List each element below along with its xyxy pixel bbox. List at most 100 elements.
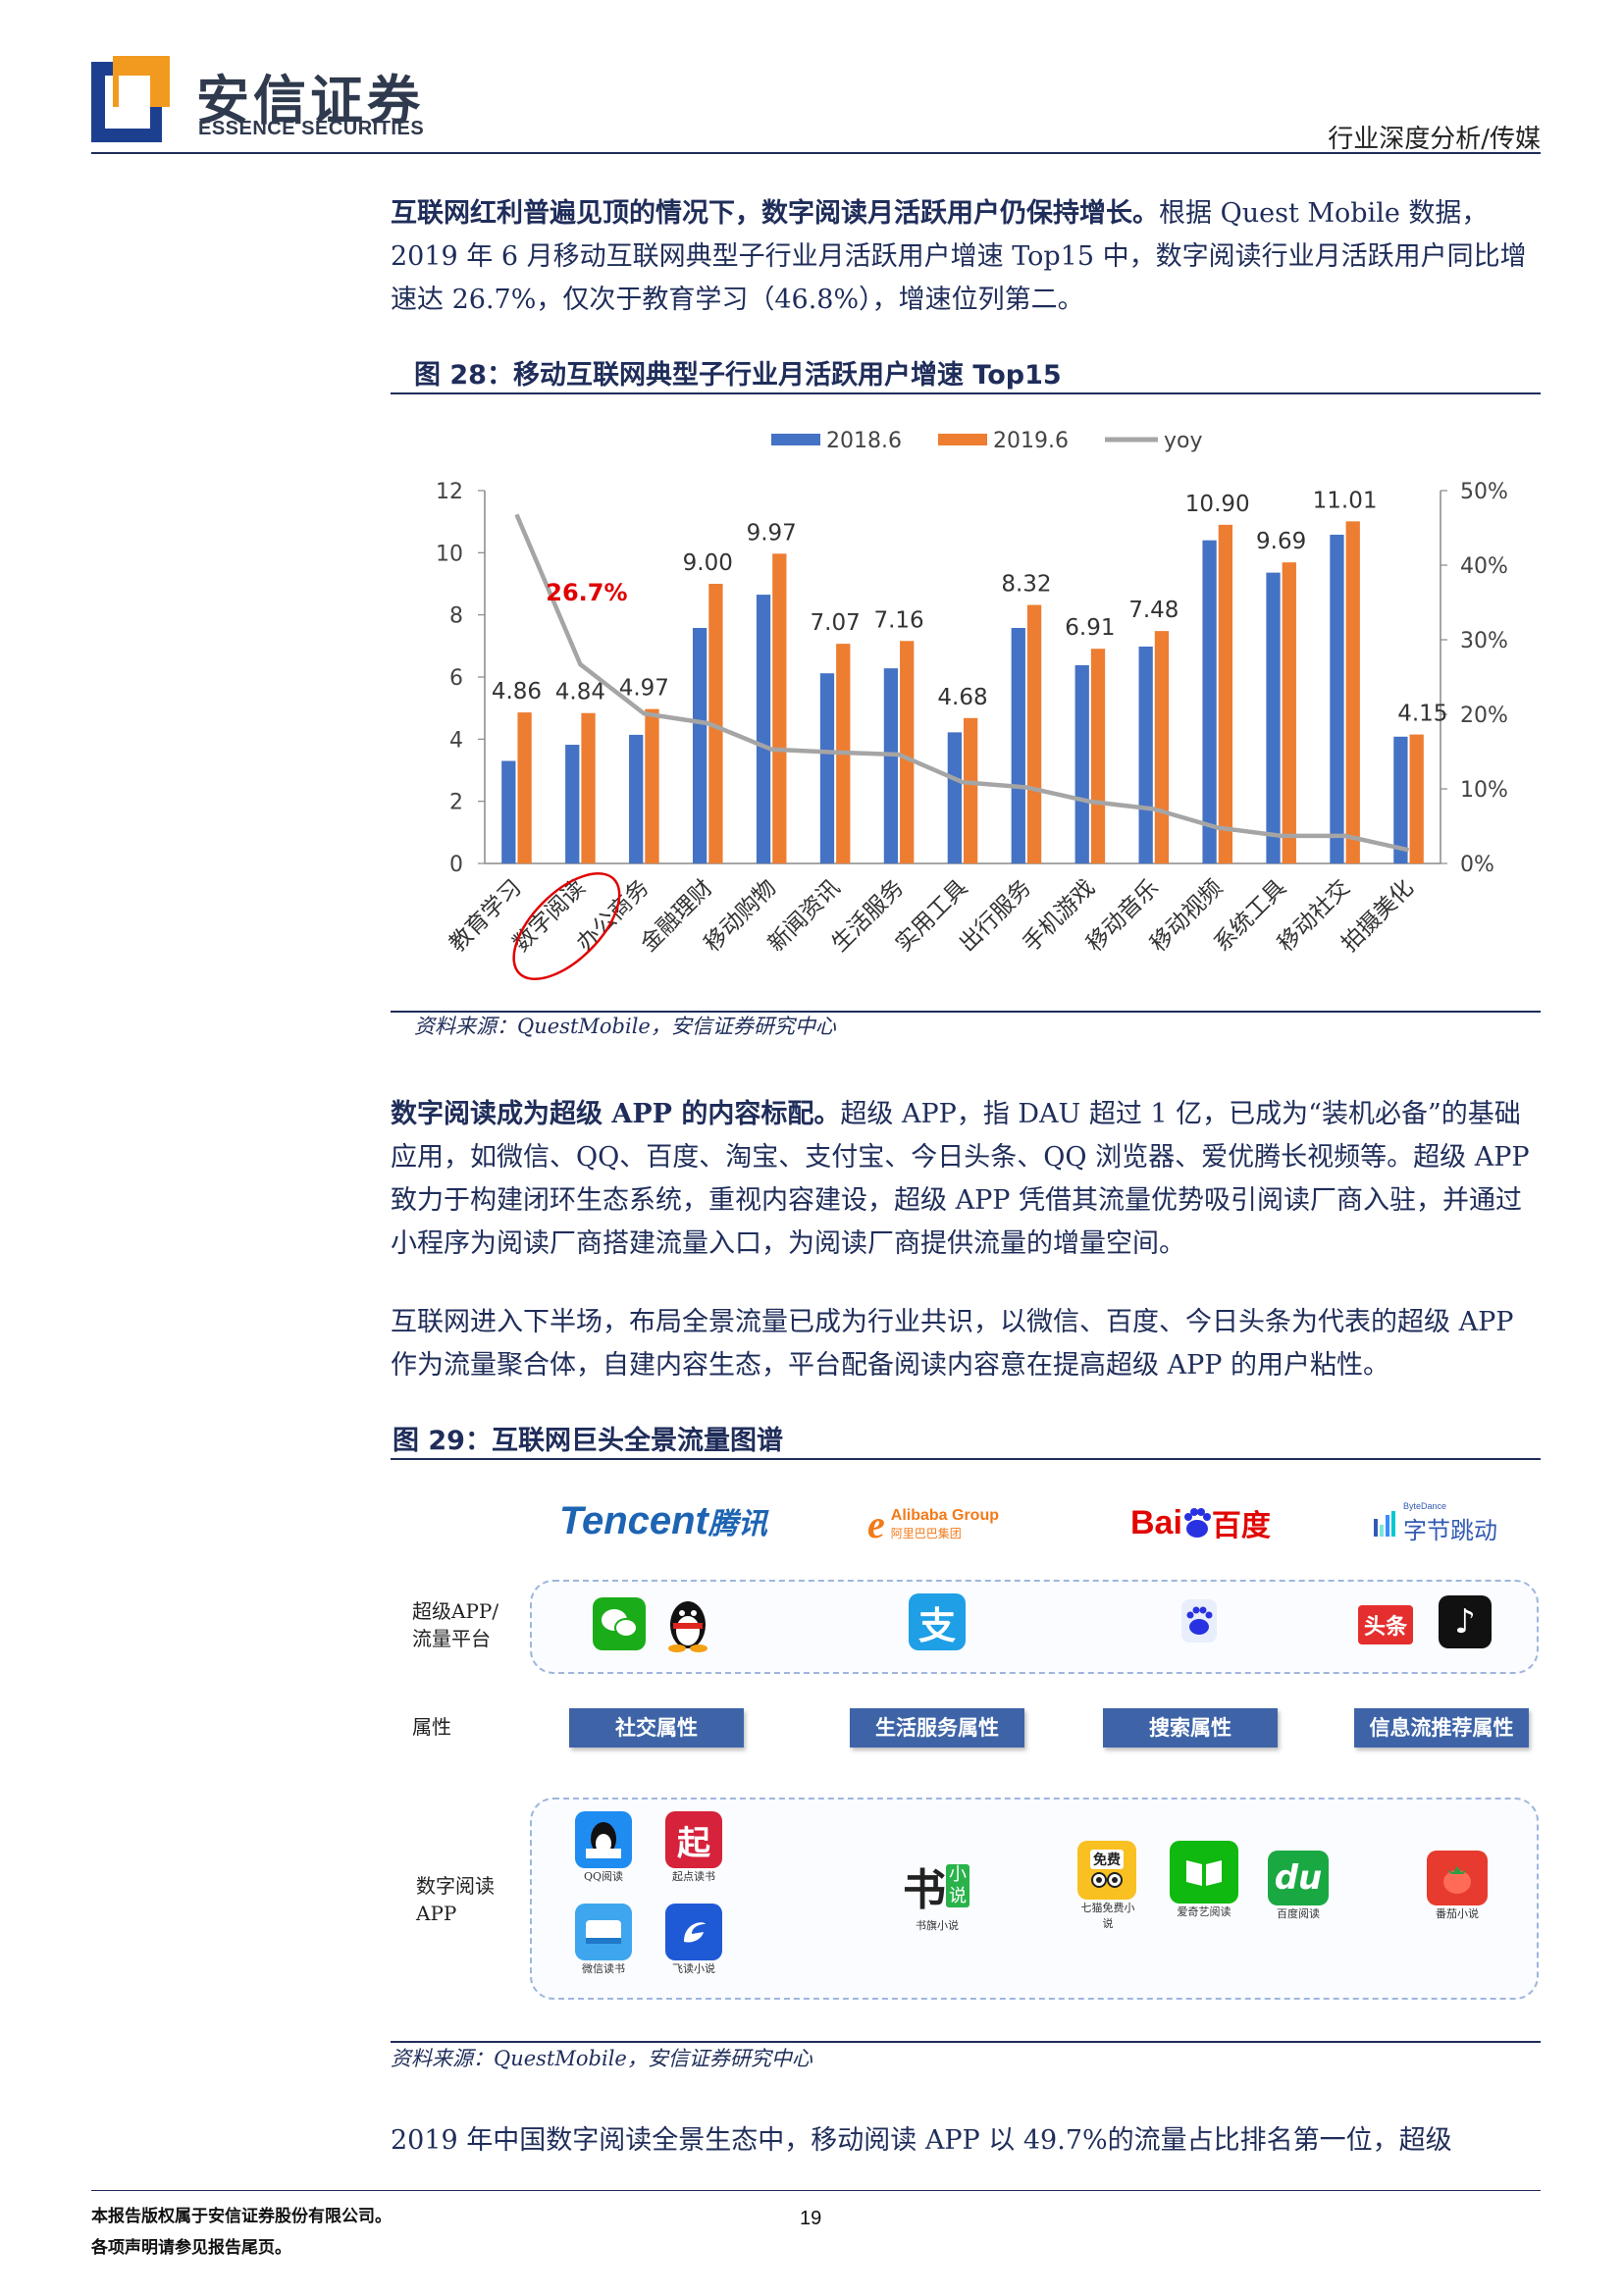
bar-2018 — [1202, 540, 1217, 863]
tencent-logo: Tencent腾讯 — [559, 1499, 767, 1542]
fanqie-app: 番茄小说 — [1427, 1851, 1492, 1921]
bar-2018 — [947, 732, 962, 863]
fanqie-caption: 番茄小说 — [1436, 1907, 1479, 1920]
y-tick-label: 8 — [449, 604, 463, 629]
weixin-read-icon — [575, 1904, 632, 1960]
figure-29-title: 图 29：互联网巨头全景流量图谱 — [393, 1426, 783, 1456]
shuqi-app: 书 小说 书旗小说 — [903, 1854, 985, 1933]
y-tick-label: 12 — [436, 480, 463, 504]
bar-2018 — [819, 673, 835, 863]
bar-2019 — [1345, 521, 1360, 863]
qidian-caption: 起点读书 — [672, 1870, 715, 1883]
bar-2019 — [900, 641, 915, 863]
y2-tick-label: 20% — [1460, 704, 1508, 728]
bar-2019 — [581, 712, 596, 863]
attribute-search: 搜索属性 — [1103, 1708, 1278, 1748]
figure-28-title: 图 28：移动互联网典型子行业月活跃用户增速 Top15 — [414, 360, 1062, 391]
alibaba-logo: e Alibaba Group 阿里巴巴集团 — [867, 1502, 999, 1546]
bar-2018 — [1266, 572, 1281, 863]
figure-29-top-rule — [391, 1458, 1541, 1460]
iqiyi-read-app: 爱奇艺阅读 — [1170, 1841, 1240, 1919]
data-label: 7.48 — [1128, 598, 1179, 623]
y-tick-label: 0 — [449, 853, 463, 877]
tiktok-icon: ♪ — [1439, 1595, 1492, 1648]
baidu-read-app: du 百度阅读 — [1268, 1851, 1331, 1921]
fanqie-icon — [1427, 1851, 1488, 1905]
qimao-caption: 七猫免费小说 — [1080, 1902, 1135, 1930]
bar-2018 — [1330, 534, 1344, 863]
bar-2018 — [1011, 627, 1025, 863]
figure-29-source: 资料来源：QuestMobile，安信证券研究中心 — [391, 2047, 812, 2070]
footer-divider — [91, 2190, 1541, 2191]
y-tick-label: 6 — [449, 666, 463, 691]
y2-tick-label: 0% — [1460, 853, 1494, 877]
bar-2018 — [565, 745, 580, 863]
y-tick-label: 2 — [449, 791, 463, 815]
row-label-reading-app: 数字阅读 APP — [416, 1874, 495, 1925]
data-label: 4.84 — [555, 680, 605, 705]
paragraph-lead: 互联网红利普遍见顶的情况下，数字阅读月活跃用户仍保持增长。 — [391, 198, 1159, 229]
data-label: 9.97 — [747, 520, 797, 546]
figure-28-source: 资料来源：QuestMobile，安信证券研究中心 — [414, 1015, 836, 1038]
bar-2019 — [1282, 562, 1296, 863]
data-label: 10.90 — [1185, 492, 1250, 517]
footer-copyright: 本报告版权属于安信证券股份有限公司。 — [91, 2207, 392, 2226]
attribute-feed-recommendation: 信息流推荐属性 — [1354, 1708, 1529, 1748]
header-divider — [91, 152, 1541, 154]
figure-28-top-rule — [391, 392, 1541, 394]
qimao-icon: 免费 — [1077, 1841, 1136, 1900]
brand-name-en: ESSENCE SECURITIES — [198, 118, 425, 139]
qidian-icon: 起 — [665, 1811, 722, 1868]
bytedance-logo: ByteDance 字节跳动 — [1374, 1501, 1497, 1545]
data-label: 4.86 — [492, 679, 542, 704]
bar-2019 — [1090, 649, 1106, 863]
data-label: 11.01 — [1313, 488, 1378, 513]
y2-tick-label: 10% — [1460, 778, 1508, 803]
paragraph-mau-growth: 互联网红利普遍见顶的情况下，数字阅读月活跃用户仍保持增长。根据 Quest Mo… — [391, 192, 1541, 322]
baidu-logo: Bai 百度 — [1130, 1503, 1271, 1544]
legend-label-yoy: yoy — [1164, 429, 1203, 453]
qq-read-icon — [575, 1811, 632, 1868]
qidian-app: 起 起点读书 — [665, 1811, 726, 1884]
bar-2018 — [883, 668, 899, 863]
data-label: 7.07 — [811, 610, 861, 636]
data-label: 4.68 — [937, 685, 987, 710]
y2-tick-label: 30% — [1460, 629, 1508, 653]
data-label: 9.69 — [1256, 529, 1306, 554]
qq-read-app: QQ阅读 — [575, 1811, 636, 1884]
bar-2018 — [1138, 646, 1153, 863]
row-label-attribute: 属性 — [412, 1715, 451, 1739]
data-label: 4.15 — [1397, 702, 1447, 727]
qq-read-caption: QQ阅读 — [583, 1870, 624, 1883]
legend-swatch-2019 — [938, 434, 987, 445]
bytedance-bars-icon — [1374, 1510, 1395, 1537]
page-number: 19 — [800, 2208, 822, 2229]
yoy-annotation: 26.7% — [546, 579, 627, 606]
paragraph-body: 2019 年中国数字阅读全景生态中，移动阅读 APP 以 49.7%的流量占比排… — [391, 2125, 1452, 2156]
bar-2019 — [517, 712, 532, 863]
wechat-icon — [593, 1597, 646, 1650]
legend-label-2018: 2018.6 — [826, 429, 902, 453]
toutiao-icon: 头条 — [1358, 1605, 1413, 1644]
bar-2019 — [1026, 604, 1042, 863]
paragraph-body: 互联网进入下半场，布局全景流量已成为行业共识，以微信、百度、今日头条为代表的超级… — [391, 1307, 1514, 1381]
feidu-caption: 飞读小说 — [672, 1962, 715, 1975]
paragraph-ecosystem: 2019 年中国数字阅读全景生态中，移动阅读 APP 以 49.7%的流量占比排… — [391, 2119, 1541, 2163]
figure-28-chart: 0246810120%10%20%30%40%50%4.86教育学习4.84数字… — [436, 429, 1508, 981]
legend-label-2019: 2019.6 — [993, 429, 1069, 453]
bar-2018 — [692, 627, 707, 863]
report-category: 行业深度分析/传媒 — [1328, 125, 1541, 154]
y-tick-label: 10 — [436, 542, 463, 566]
shuqi-caption: 书旗小说 — [916, 1919, 959, 1932]
legend-swatch-2018 — [771, 434, 820, 445]
qimao-app: 免费 七猫免费小说 — [1077, 1841, 1142, 1931]
bar-2018 — [629, 734, 644, 863]
bar-2019 — [1218, 524, 1233, 863]
feidu-app: 飞读小说 — [665, 1904, 726, 1976]
paragraph-super-app: 数字阅读成为超级 APP 的内容标配。超级 APP，指 DAU 超过 1 亿，已… — [391, 1093, 1541, 1266]
bar-2019 — [645, 708, 659, 863]
bar-2019 — [1154, 631, 1170, 863]
y2-tick-label: 40% — [1460, 554, 1508, 579]
bar-2019 — [772, 553, 787, 863]
iqiyi-read-icon — [1170, 1841, 1238, 1904]
